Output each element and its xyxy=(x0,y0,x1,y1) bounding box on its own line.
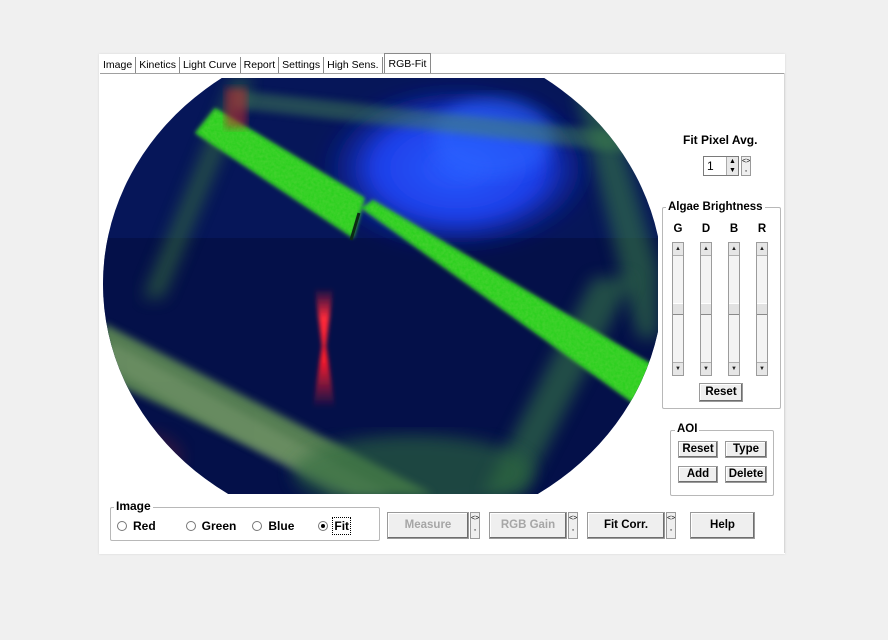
slider-r[interactable]: ▲ ▼ xyxy=(756,242,768,376)
window-right-edge xyxy=(784,73,785,553)
scroll-down-icon[interactable]: ▼ xyxy=(701,362,711,375)
measure-options-icon[interactable]: <> ◦ xyxy=(470,512,480,539)
radio-green[interactable]: Green xyxy=(185,519,237,533)
fit-corr-button[interactable]: Fit Corr. xyxy=(587,512,665,539)
radio-red[interactable]: Red xyxy=(117,519,156,533)
scroll-down-icon[interactable]: ▼ xyxy=(757,362,767,375)
channel-d-label: D xyxy=(701,223,711,235)
slider-thumb[interactable] xyxy=(757,303,767,315)
tab-light-curve[interactable]: Light Curve xyxy=(179,57,241,74)
tab-kinetics[interactable]: Kinetics xyxy=(136,57,180,74)
radio-checked-icon xyxy=(318,521,329,531)
scroll-up-icon[interactable]: ▲ xyxy=(757,243,767,256)
rgb-gain-options-icon[interactable]: <> ◦ xyxy=(568,512,578,539)
radio-green-label: Green xyxy=(201,519,237,533)
fluorescence-image xyxy=(103,78,658,494)
channel-b-label: B xyxy=(729,223,739,235)
image-channel-title: Image xyxy=(114,499,153,513)
algae-reset-button[interactable]: Reset xyxy=(699,383,743,402)
scroll-up-icon[interactable]: ▲ xyxy=(729,243,739,256)
fit-pixel-options-icon[interactable]: <> ◦ xyxy=(741,156,751,176)
tab-divider xyxy=(100,73,784,74)
radio-circle-icon xyxy=(252,521,263,531)
radio-fit[interactable]: Fit xyxy=(318,517,352,535)
slider-d[interactable]: ▲ ▼ xyxy=(700,242,712,376)
algae-brightness-title: Algae Brightness xyxy=(666,201,765,213)
tab-image[interactable]: Image xyxy=(100,57,137,74)
help-button[interactable]: Help xyxy=(690,512,755,539)
fit-pixel-avg-value: 1 xyxy=(707,159,714,173)
tab-rgb-fit[interactable]: RGB-Fit xyxy=(383,53,432,74)
tab-report[interactable]: Report xyxy=(240,57,280,74)
aoi-reset-button[interactable]: Reset xyxy=(678,441,718,458)
measure-button[interactable]: Measure xyxy=(387,512,469,539)
fit-corr-options-icon[interactable]: <> ◦ xyxy=(666,512,676,539)
radio-blue-label: Blue xyxy=(268,519,295,533)
channel-r-label: R xyxy=(757,223,767,235)
aoi-type-button[interactable]: Type xyxy=(725,441,767,458)
aoi-group xyxy=(670,430,774,496)
spin-down-icon[interactable]: ▼ xyxy=(727,166,738,175)
radio-blue[interactable]: Blue xyxy=(252,519,294,533)
slider-b[interactable]: ▲ ▼ xyxy=(728,242,740,376)
aoi-delete-button[interactable]: Delete xyxy=(725,466,767,483)
aoi-title: AOI xyxy=(675,423,700,435)
up-down-arrows-icon[interactable]: ▲ ▼ xyxy=(726,157,738,175)
radio-fit-label: Fit xyxy=(332,517,352,535)
scroll-down-icon[interactable]: ▼ xyxy=(729,362,739,375)
microscope-image-viewer[interactable] xyxy=(103,78,658,494)
scroll-up-icon[interactable]: ▲ xyxy=(701,243,711,256)
slider-thumb[interactable] xyxy=(701,303,711,315)
radio-circle-icon xyxy=(185,521,196,531)
radio-circle-icon xyxy=(117,521,127,531)
channel-g-label: G xyxy=(673,223,683,235)
rgb-gain-button[interactable]: RGB Gain xyxy=(489,512,567,539)
fit-pixel-avg-spinner[interactable]: 1 ▲ ▼ xyxy=(703,156,739,176)
tab-settings[interactable]: Settings xyxy=(279,57,325,74)
radio-red-label: Red xyxy=(133,519,156,533)
aoi-add-button[interactable]: Add xyxy=(678,466,718,483)
scroll-up-icon[interactable]: ▲ xyxy=(673,243,683,256)
spin-up-icon[interactable]: ▲ xyxy=(727,157,738,166)
scroll-down-icon[interactable]: ▼ xyxy=(673,362,683,375)
slider-thumb[interactable] xyxy=(729,303,739,315)
tab-bar: Image Kinetics Light Curve Report Settin… xyxy=(100,53,432,74)
fit-pixel-avg-label: Fit Pixel Avg. xyxy=(683,133,758,147)
tab-high-sens[interactable]: High Sens. xyxy=(324,57,383,74)
slider-thumb[interactable] xyxy=(673,303,683,315)
image-channel-options: Red Green Blue Fit xyxy=(117,517,352,535)
slider-g[interactable]: ▲ ▼ xyxy=(672,242,684,376)
